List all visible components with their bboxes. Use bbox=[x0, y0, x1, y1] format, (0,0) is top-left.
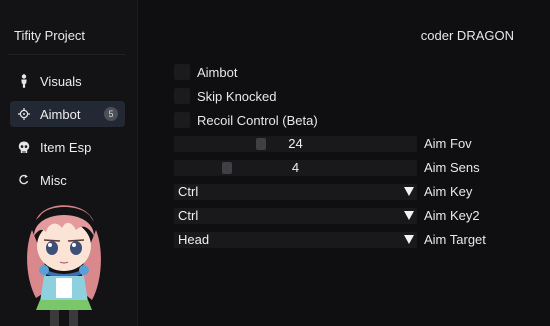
brand-title: Tifity Project bbox=[14, 28, 86, 43]
recoil-control-checkbox[interactable] bbox=[174, 112, 190, 128]
aim-target-dropdown[interactable]: Head bbox=[174, 232, 417, 248]
skull-icon bbox=[16, 139, 32, 155]
crosshair-icon bbox=[16, 106, 32, 122]
aimbot-checkbox-row[interactable]: Aimbot bbox=[174, 64, 237, 80]
skip-knocked-checkbox[interactable] bbox=[174, 88, 190, 104]
aim-key-label: Aim Key bbox=[424, 184, 473, 199]
anime-mascot-image bbox=[27, 205, 101, 326]
count-badge: 5 bbox=[104, 107, 118, 121]
skip-knocked-checkbox-row[interactable]: Skip Knocked bbox=[174, 88, 277, 104]
aim-key2-label: Aim Key2 bbox=[424, 208, 480, 223]
dropdown-value: Head bbox=[178, 232, 210, 247]
person-icon bbox=[16, 73, 32, 89]
checkbox-label: Recoil Control (Beta) bbox=[197, 112, 318, 128]
triangle-down-icon bbox=[404, 235, 414, 244]
triangle-down-icon bbox=[404, 211, 414, 220]
triangle-down-icon bbox=[404, 187, 414, 196]
sidebar-item-label: Misc bbox=[40, 172, 67, 188]
sidebar-item-label: Visuals bbox=[40, 73, 82, 89]
aim-key-dropdown[interactable]: Ctrl bbox=[174, 184, 417, 200]
author-label: coder DRAGON bbox=[420, 28, 514, 43]
checkbox-label: Skip Knocked bbox=[197, 88, 277, 104]
sidebar-item-item-esp[interactable]: Item Esp bbox=[10, 134, 125, 160]
recoil-control-checkbox-row[interactable]: Recoil Control (Beta) bbox=[174, 112, 318, 128]
refresh-icon bbox=[16, 172, 32, 188]
sidebar-item-visuals[interactable]: Visuals bbox=[10, 68, 125, 94]
aim-sens-label: Aim Sens bbox=[424, 160, 480, 175]
sidebar-item-aimbot[interactable]: Aimbot 5 bbox=[10, 101, 125, 127]
sidebar-divider bbox=[8, 54, 125, 55]
aimbot-checkbox[interactable] bbox=[174, 64, 190, 80]
aim-target-label: Aim Target bbox=[424, 232, 486, 247]
slider-value: 24 bbox=[288, 136, 303, 151]
aim-fov-label: Aim Fov bbox=[424, 136, 472, 151]
slider-value: 4 bbox=[291, 160, 300, 175]
checkbox-label: Aimbot bbox=[197, 64, 238, 80]
dropdown-value: Ctrl bbox=[178, 184, 199, 199]
aim-fov-slider[interactable]: 24 bbox=[174, 136, 417, 152]
dropdown-value: Ctrl bbox=[178, 208, 199, 223]
aim-key2-dropdown[interactable]: Ctrl bbox=[174, 208, 417, 224]
aim-sens-slider[interactable]: 4 bbox=[174, 160, 417, 176]
sidebar-item-label: Aimbot bbox=[40, 106, 81, 122]
sidebar-item-label: Item Esp bbox=[40, 139, 92, 155]
sidebar: Tifity Project Visuals Aimbot 5 Item Esp… bbox=[0, 0, 138, 326]
